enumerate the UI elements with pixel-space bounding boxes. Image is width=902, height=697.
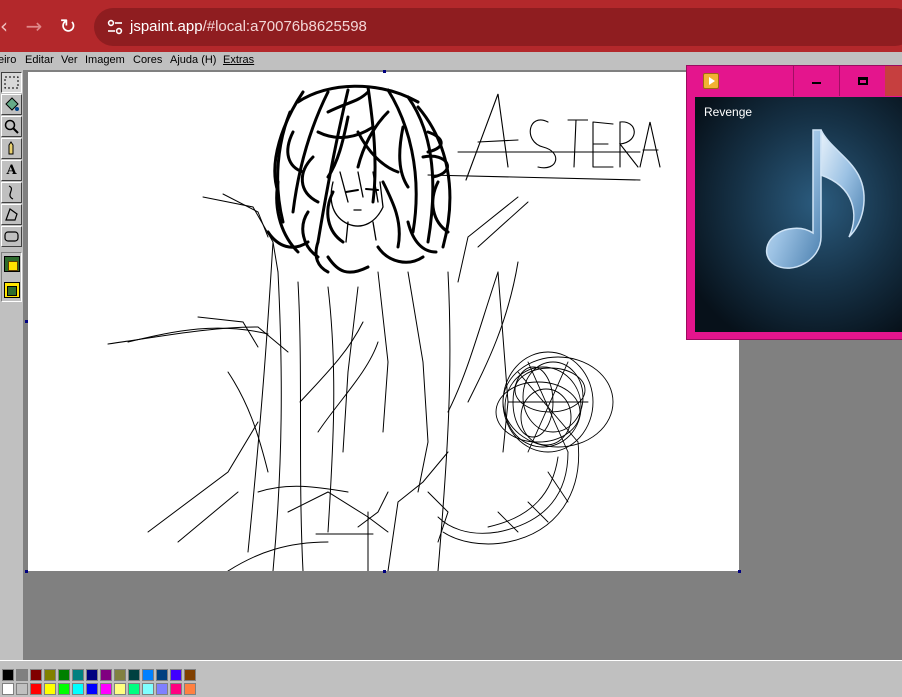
curve-tool-icon[interactable] (1, 182, 22, 203)
reload-icon[interactable]: ↻ (56, 14, 80, 38)
palette-color-swatch[interactable] (100, 683, 112, 695)
palette-color-swatch[interactable] (114, 669, 126, 681)
palette-color-swatch[interactable] (86, 669, 98, 681)
palette-color-swatch[interactable] (128, 683, 140, 695)
media-player-window[interactable]: Revenge (686, 65, 902, 340)
menu-file[interactable]: eiro (0, 54, 16, 66)
menu-image[interactable]: Imagem (85, 54, 125, 66)
media-player-app-icon (703, 73, 719, 89)
palette-color-swatch[interactable] (128, 669, 140, 681)
sketch-drawing (107, 84, 661, 571)
palette-color-swatch[interactable] (16, 683, 28, 695)
menu-help[interactable]: Ajuda (H) (170, 54, 216, 66)
palette-color-swatch[interactable] (44, 669, 56, 681)
rounded-rect-tool-icon[interactable] (1, 226, 22, 247)
maximize-icon (857, 77, 868, 85)
palette-color-swatch[interactable] (72, 669, 84, 681)
palette-color-swatch[interactable] (44, 683, 56, 695)
palette-color-swatch[interactable] (58, 669, 70, 681)
url-host: jspaint.app (130, 18, 203, 35)
palette-color-swatch[interactable] (2, 683, 14, 695)
song-title: Revenge (704, 105, 753, 119)
opaque-swatch-icon (8, 261, 18, 271)
pencil-icon[interactable] (1, 138, 22, 159)
palette-color-swatch[interactable] (156, 683, 168, 695)
resize-handle-bottom[interactable] (383, 570, 386, 573)
palette-color-swatch[interactable] (170, 683, 182, 695)
fill-bucket-icon[interactable] (1, 94, 22, 115)
resize-handle-top[interactable] (383, 70, 386, 73)
url-text[interactable]: jspaint.app/#local:a70076b8625598 (130, 18, 367, 35)
select-tool-icon[interactable] (1, 72, 22, 93)
menu-edit[interactable]: Editar (25, 54, 54, 66)
music-note-icon (765, 129, 865, 269)
back-arrow-icon[interactable]: ‹ (0, 14, 16, 38)
palette-color-swatch[interactable] (114, 683, 126, 695)
drawing-canvas[interactable] (28, 72, 739, 571)
text-tool-icon[interactable]: A (1, 160, 22, 181)
palette-color-swatch[interactable] (30, 683, 42, 695)
palette-color-swatch[interactable] (86, 683, 98, 695)
close-button[interactable] (885, 66, 902, 96)
palette-color-swatch[interactable] (142, 683, 154, 695)
color-palette-bar (0, 660, 902, 697)
site-settings-icon[interactable] (106, 18, 124, 36)
palette-color-swatch[interactable] (184, 669, 196, 681)
menu-view[interactable]: Ver (61, 54, 78, 66)
minimize-icon (812, 82, 821, 84)
toolbox: A (0, 70, 24, 660)
url-path: /#local:a70076b8625598 (202, 18, 367, 35)
address-bar[interactable]: jspaint.app/#local:a70076b8625598 (94, 8, 902, 46)
media-now-playing: Revenge (695, 97, 902, 332)
tool-options-box (1, 252, 22, 302)
resize-handle-bottom-right[interactable] (738, 570, 741, 573)
palette-color-swatch[interactable] (30, 669, 42, 681)
transparent-swatch-icon (7, 286, 17, 296)
minimize-button[interactable] (793, 66, 839, 96)
browser-toolbar: ‹ → ↻ jspaint.app/#local:a70076b8625598 (0, 0, 902, 52)
palette-color-swatch[interactable] (100, 669, 112, 681)
polygon-tool-icon[interactable] (1, 204, 22, 225)
palette-color-swatch[interactable] (184, 683, 196, 695)
palette-color-swatch[interactable] (156, 669, 168, 681)
maximize-button[interactable] (839, 66, 885, 96)
forward-arrow-icon[interactable]: → (22, 14, 46, 38)
palette-color-swatch[interactable] (16, 669, 28, 681)
resize-handle-bottom-left[interactable] (25, 570, 28, 573)
palette-color-swatch[interactable] (2, 669, 14, 681)
menu-colors[interactable]: Cores (133, 54, 162, 66)
resize-handle-left[interactable] (25, 320, 28, 323)
palette-color-swatch[interactable] (58, 683, 70, 695)
palette-color-swatch[interactable] (142, 669, 154, 681)
menu-extras[interactable]: Extras (223, 54, 254, 66)
palette-color-swatch[interactable] (72, 683, 84, 695)
magnifier-icon[interactable] (1, 116, 22, 137)
palette-color-swatch[interactable] (170, 669, 182, 681)
